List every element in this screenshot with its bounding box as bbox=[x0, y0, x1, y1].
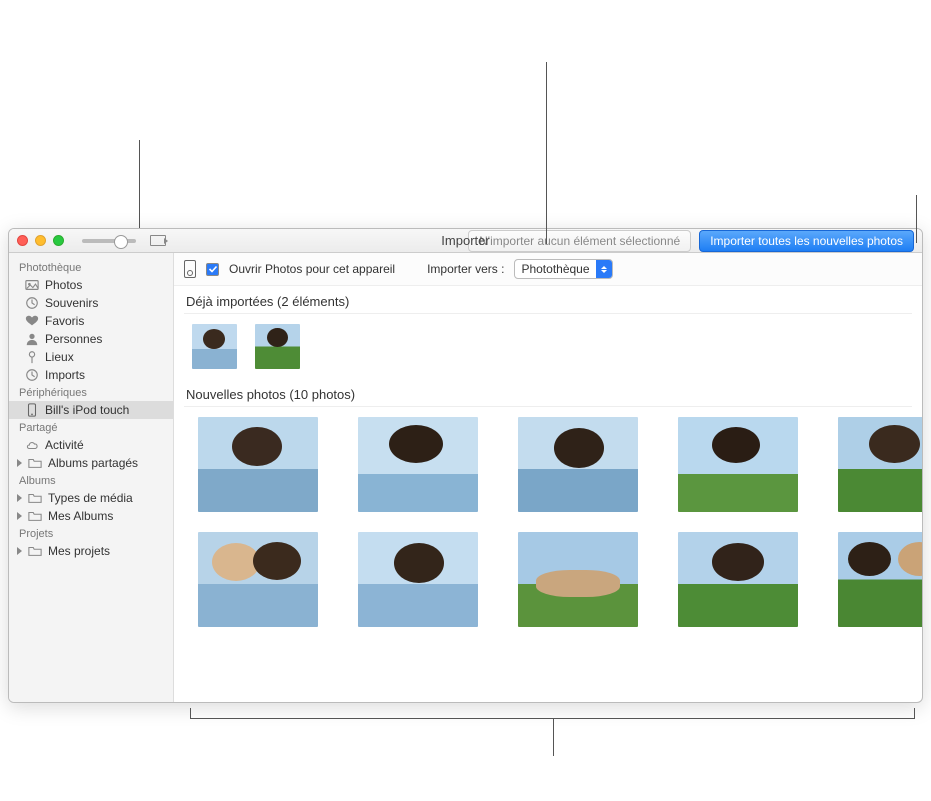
sidebar-item-imports[interactable]: Imports bbox=[9, 366, 173, 384]
sidebar-item-label: Types de média bbox=[48, 491, 133, 505]
cloud-icon bbox=[25, 438, 39, 452]
folder-icon bbox=[28, 456, 42, 470]
chevron-right-icon[interactable] bbox=[17, 494, 22, 502]
sidebar-item-label: Personnes bbox=[45, 332, 102, 346]
sidebar-item-device[interactable]: Bill's iPod touch bbox=[9, 401, 173, 419]
main-content: Ouvrir Photos pour cet appareil Importer… bbox=[174, 253, 922, 702]
thumbnail[interactable] bbox=[192, 324, 237, 369]
thumbnail[interactable] bbox=[198, 417, 318, 512]
sidebar-item-label: Mes projets bbox=[48, 544, 110, 558]
sidebar-item-label: Activité bbox=[45, 438, 84, 452]
sidebar-header: Photothèque bbox=[9, 259, 173, 276]
sidebar-item-label: Souvenirs bbox=[45, 296, 98, 310]
thumbnail[interactable] bbox=[518, 417, 638, 512]
photos-icon bbox=[25, 278, 39, 292]
import-to-select[interactable]: Photothèque bbox=[514, 259, 612, 279]
thumbnail[interactable] bbox=[838, 417, 922, 512]
clock-icon bbox=[25, 296, 39, 310]
thumbnail[interactable] bbox=[678, 532, 798, 627]
pin-icon bbox=[25, 350, 39, 364]
window-controls bbox=[17, 235, 64, 246]
thumbnail[interactable] bbox=[358, 532, 478, 627]
window-body: Photothèque Photos Souvenirs Favoris Per… bbox=[9, 253, 922, 702]
sidebar-item-label: Favoris bbox=[45, 314, 84, 328]
callout-bracket-bottom bbox=[190, 708, 915, 724]
sidebar-item-label: Bill's iPod touch bbox=[45, 403, 129, 417]
chevron-right-icon[interactable] bbox=[17, 459, 22, 467]
folder-icon bbox=[28, 509, 42, 523]
sidebar-item-mes-albums[interactable]: Mes Albums bbox=[9, 507, 173, 525]
sidebar-header: Partagé bbox=[9, 419, 173, 436]
sidebar-header: Périphériques bbox=[9, 384, 173, 401]
heart-icon bbox=[25, 314, 39, 328]
section-new-photos-title: Nouvelles photos (10 photos) bbox=[174, 379, 922, 406]
sidebar-item-personnes[interactable]: Personnes bbox=[9, 330, 173, 348]
chevron-updown-icon bbox=[596, 260, 612, 278]
thumbnail[interactable] bbox=[838, 532, 922, 627]
sidebar-item-lieux[interactable]: Lieux bbox=[9, 348, 173, 366]
sidebar-header: Projets bbox=[9, 525, 173, 542]
import-to-value: Photothèque bbox=[515, 262, 595, 276]
folder-icon bbox=[28, 544, 42, 558]
close-icon[interactable] bbox=[17, 235, 28, 246]
sidebar-item-label: Albums partagés bbox=[48, 456, 138, 470]
section-already-imported-title: Déjà importées (2 éléments) bbox=[174, 286, 922, 313]
import-to-label: Importer vers : bbox=[427, 262, 504, 276]
chevron-right-icon[interactable] bbox=[17, 512, 22, 520]
chevron-right-icon[interactable] bbox=[17, 547, 22, 555]
zoom-icon[interactable] bbox=[53, 235, 64, 246]
open-photos-checkbox[interactable] bbox=[206, 263, 219, 276]
thumbnail[interactable] bbox=[678, 417, 798, 512]
sidebar-item-label: Lieux bbox=[45, 350, 74, 364]
new-photos-grid bbox=[174, 407, 922, 643]
sidebar-item-label: Imports bbox=[45, 368, 85, 382]
sidebar-item-mes-projets[interactable]: Mes projets bbox=[9, 542, 173, 560]
open-photos-label: Ouvrir Photos pour cet appareil bbox=[229, 262, 395, 276]
thumbnail-zoom-slider[interactable] bbox=[82, 239, 136, 243]
sidebar-item-types-media[interactable]: Types de média bbox=[9, 489, 173, 507]
already-imported-row bbox=[174, 314, 922, 379]
app-window: Importer N'importer aucun élément sélect… bbox=[8, 228, 923, 703]
device-icon bbox=[25, 403, 39, 417]
device-icon bbox=[184, 260, 196, 278]
callout-line-top-center bbox=[546, 62, 547, 244]
sidebar-item-activite[interactable]: Activité bbox=[9, 436, 173, 454]
slideshow-icon[interactable] bbox=[150, 235, 166, 246]
sidebar: Photothèque Photos Souvenirs Favoris Per… bbox=[9, 253, 174, 702]
thumbnail[interactable] bbox=[358, 417, 478, 512]
sidebar-header: Albums bbox=[9, 472, 173, 489]
thumbnail[interactable] bbox=[518, 532, 638, 627]
sidebar-item-label: Photos bbox=[45, 278, 82, 292]
sidebar-item-albums-partages[interactable]: Albums partagés bbox=[9, 454, 173, 472]
titlebar: Importer N'importer aucun élément sélect… bbox=[9, 229, 922, 253]
sidebar-item-souvenirs[interactable]: Souvenirs bbox=[9, 294, 173, 312]
clock-icon bbox=[25, 368, 39, 382]
minimize-icon[interactable] bbox=[35, 235, 46, 246]
folder-icon bbox=[28, 491, 42, 505]
sidebar-item-label: Mes Albums bbox=[48, 509, 113, 523]
import-options-bar: Ouvrir Photos pour cet appareil Importer… bbox=[174, 253, 922, 286]
sidebar-item-photos[interactable]: Photos bbox=[9, 276, 173, 294]
thumbnail[interactable] bbox=[198, 532, 318, 627]
import-selected-button[interactable]: N'importer aucun élément sélectionné bbox=[468, 230, 691, 252]
thumbnail[interactable] bbox=[255, 324, 300, 369]
callout-line-top-right bbox=[916, 195, 917, 243]
person-icon bbox=[25, 332, 39, 346]
import-all-button[interactable]: Importer toutes les nouvelles photos bbox=[699, 230, 914, 252]
sidebar-item-favoris[interactable]: Favoris bbox=[9, 312, 173, 330]
